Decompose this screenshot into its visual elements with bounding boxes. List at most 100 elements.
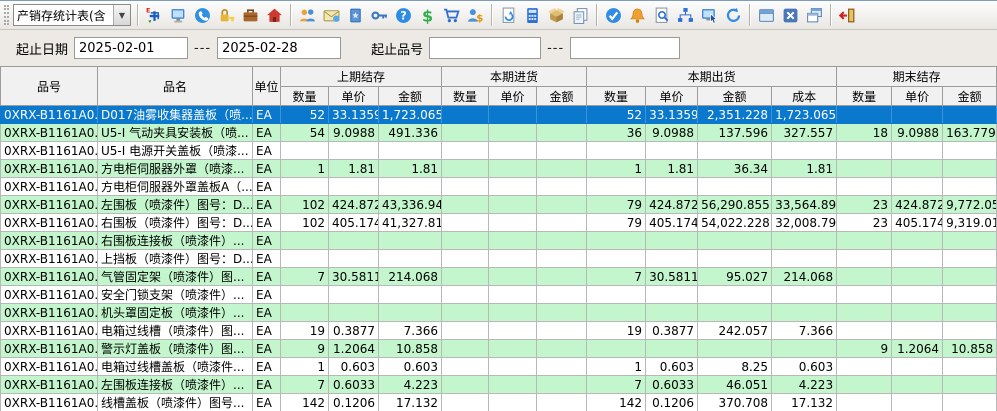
item-to-input[interactable] bbox=[570, 37, 680, 59]
org-chart-icon[interactable] bbox=[673, 3, 697, 27]
item-name-cell: 电箱过线槽（喷漆件）图... bbox=[98, 322, 253, 340]
date-to-input[interactable] bbox=[217, 37, 341, 59]
table-row[interactable]: 0XRX-B1161A0...方电柜伺服器外罩（喷漆...EA11.811.81… bbox=[1, 160, 997, 178]
table-row[interactable]: 0XRX-B1161A0...左围板连接板（喷漆件）...EA70.60334.… bbox=[1, 376, 997, 394]
out-price-cell: 0.3877 bbox=[646, 322, 698, 340]
table-row[interactable]: 0XRX-B1161A0...线槽盖板（喷漆件）图号...EA1420.1206… bbox=[1, 394, 997, 411]
unit-cell: EA bbox=[253, 196, 281, 214]
exit-icon[interactable] bbox=[835, 3, 859, 27]
sub-header-1-单价[interactable]: 单价 bbox=[489, 87, 537, 106]
key-icon[interactable] bbox=[367, 3, 391, 27]
item-from-input[interactable] bbox=[429, 37, 541, 59]
in-amount-cell bbox=[537, 286, 587, 304]
remote-desktop-icon[interactable] bbox=[697, 3, 721, 27]
check-icon[interactable] bbox=[601, 3, 625, 27]
end-amount-cell: 9,772.056 bbox=[943, 196, 997, 214]
phone-icon[interactable] bbox=[190, 3, 214, 27]
bell-icon[interactable] bbox=[625, 3, 649, 27]
table-row[interactable]: 0XRX-B1161A0...U5-I 电源开关盖板（喷漆...EA bbox=[1, 142, 997, 160]
sub-header-1-数量[interactable]: 数量 bbox=[442, 87, 489, 106]
col-header-unit[interactable]: 单位 bbox=[253, 67, 281, 106]
prev-amount-cell: 214.068 bbox=[379, 268, 442, 286]
table-row[interactable]: 0XRX-B1161A0...气管固定架（喷漆件）图...EA730.58112… bbox=[1, 268, 997, 286]
out-amount-cell bbox=[698, 232, 772, 250]
table-row[interactable]: 0XRX-B1161A0...电箱过线槽盖板（喷漆件...EA10.6030.6… bbox=[1, 358, 997, 376]
sub-header-3-数量[interactable]: 数量 bbox=[837, 87, 892, 106]
lock-icon[interactable] bbox=[214, 3, 238, 27]
copy-icon[interactable] bbox=[568, 3, 592, 27]
item-no-cell: 0XRX-B1161A0... bbox=[1, 358, 98, 376]
unit-cell: EA bbox=[253, 340, 281, 358]
user-dollar-icon[interactable]: $ bbox=[463, 3, 487, 27]
table-row[interactable]: 0XRX-B1161A0...方电柜伺服器外罩盖板A（...EA bbox=[1, 178, 997, 196]
item-name-cell: 左围板连接板（喷漆件）... bbox=[98, 376, 253, 394]
toolbar-grip[interactable] bbox=[4, 5, 9, 25]
sub-header-0-金额[interactable]: 金额 bbox=[379, 87, 442, 106]
close-icon[interactable] bbox=[778, 3, 802, 27]
sub-header-1-金额[interactable]: 金额 bbox=[537, 87, 587, 106]
out-cost-cell: 1.81 bbox=[772, 160, 837, 178]
help-icon[interactable]: ? bbox=[391, 3, 415, 27]
monitor-icon[interactable] bbox=[166, 3, 190, 27]
calculator-icon[interactable] bbox=[520, 3, 544, 27]
in-amount-cell bbox=[537, 340, 587, 358]
col-header-item-name[interactable]: 品名 bbox=[98, 67, 253, 106]
date-from-input[interactable] bbox=[74, 37, 188, 59]
refresh-icon[interactable] bbox=[721, 3, 745, 27]
cascade-windows-icon[interactable] bbox=[802, 3, 826, 27]
briefcase-icon[interactable] bbox=[238, 3, 262, 27]
table-row[interactable]: 0XRX-B1161A0...右围板（喷漆件）图号：D...EA102405.1… bbox=[1, 214, 997, 232]
table-row[interactable]: 0XRX-B1161A0...机头罩固定板（喷漆件）...EA bbox=[1, 304, 997, 322]
sub-header-2-单价[interactable]: 单价 bbox=[646, 87, 698, 106]
sub-header-2-金额[interactable]: 金额 bbox=[698, 87, 772, 106]
item-no-cell: 0XRX-B1161A0... bbox=[1, 124, 98, 142]
box-icon[interactable] bbox=[544, 3, 568, 27]
item-no-cell: 0XRX-B1161A0... bbox=[1, 340, 98, 358]
table-row[interactable]: 0XRX-B1161A0...左围板（喷漆件）图号：D...EA102424.8… bbox=[1, 196, 997, 214]
item-name-cell: 线槽盖板（喷漆件）图号... bbox=[98, 394, 253, 411]
table-row[interactable]: 0XRX-B1161A0...D017油雾收集器盖板（喷...EA5233.13… bbox=[1, 106, 997, 124]
report-type-dropdown[interactable]: 产销存统计表(含 ▼ bbox=[13, 4, 131, 26]
sub-header-0-数量[interactable]: 数量 bbox=[281, 87, 329, 106]
table-row[interactable]: 0XRX-B1161A0...电箱过线槽（喷漆件）图...EA190.38777… bbox=[1, 322, 997, 340]
end-qty-cell bbox=[837, 286, 892, 304]
item-no-cell: 0XRX-B1161A0... bbox=[1, 232, 98, 250]
prev-price-cell bbox=[329, 178, 379, 196]
chevron-down-icon[interactable]: ▼ bbox=[113, 5, 130, 25]
window-icon[interactable] bbox=[754, 3, 778, 27]
end-qty-cell bbox=[837, 232, 892, 250]
end-amount-cell bbox=[943, 286, 997, 304]
table-row[interactable]: 0XRX-B1161A0...右围板连接板（喷漆件）...EA bbox=[1, 232, 997, 250]
in-price-cell bbox=[489, 178, 537, 196]
out-price-cell: 424.872 bbox=[646, 196, 698, 214]
sub-header-3-金额[interactable]: 金额 bbox=[943, 87, 997, 106]
table-row[interactable]: 0XRX-B1161A0...U5-I 气动夹具安装板（喷...EA549.09… bbox=[1, 124, 997, 142]
out-amount-cell: 370.708 bbox=[698, 394, 772, 411]
contact-card-icon[interactable] bbox=[343, 3, 367, 27]
users-icon[interactable] bbox=[295, 3, 319, 27]
search-document-icon[interactable] bbox=[649, 3, 673, 27]
prev-amount-cell: 41,327.814 bbox=[379, 214, 442, 232]
end-qty-cell bbox=[837, 178, 892, 196]
sub-header-3-单价[interactable]: 单价 bbox=[892, 87, 943, 106]
item-no-cell: 0XRX-B1161A0... bbox=[1, 178, 98, 196]
sub-header-2-数量[interactable]: 数量 bbox=[587, 87, 646, 106]
col-header-item-no[interactable]: 品号 bbox=[1, 67, 98, 106]
prev-qty-cell bbox=[281, 232, 329, 250]
prev-qty-cell: 9 bbox=[281, 340, 329, 358]
input-language-icon[interactable]: E bbox=[142, 3, 166, 27]
cart-icon[interactable] bbox=[439, 3, 463, 27]
table-row[interactable]: 0XRX-B1161A0...上挡板（喷漆件）图号：D...EA bbox=[1, 250, 997, 268]
out-price-cell bbox=[646, 232, 698, 250]
table-row[interactable]: 0XRX-B1161A0...警示灯盖板（喷漆件）图...EA91.206410… bbox=[1, 340, 997, 358]
mail-icon[interactable] bbox=[319, 3, 343, 27]
dollar-icon[interactable]: $ bbox=[415, 3, 439, 27]
home-icon[interactable] bbox=[262, 3, 286, 27]
prev-qty-cell: 102 bbox=[281, 214, 329, 232]
document-refresh-icon[interactable] bbox=[496, 3, 520, 27]
table-row[interactable]: 0XRX-B1161A0...安全门锁支架（喷漆件）...EA bbox=[1, 286, 997, 304]
in-amount-cell bbox=[537, 376, 587, 394]
sub-header-0-单价[interactable]: 单价 bbox=[329, 87, 379, 106]
out-qty-cell bbox=[587, 286, 646, 304]
sub-header-2-成本[interactable]: 成本 bbox=[772, 87, 837, 106]
